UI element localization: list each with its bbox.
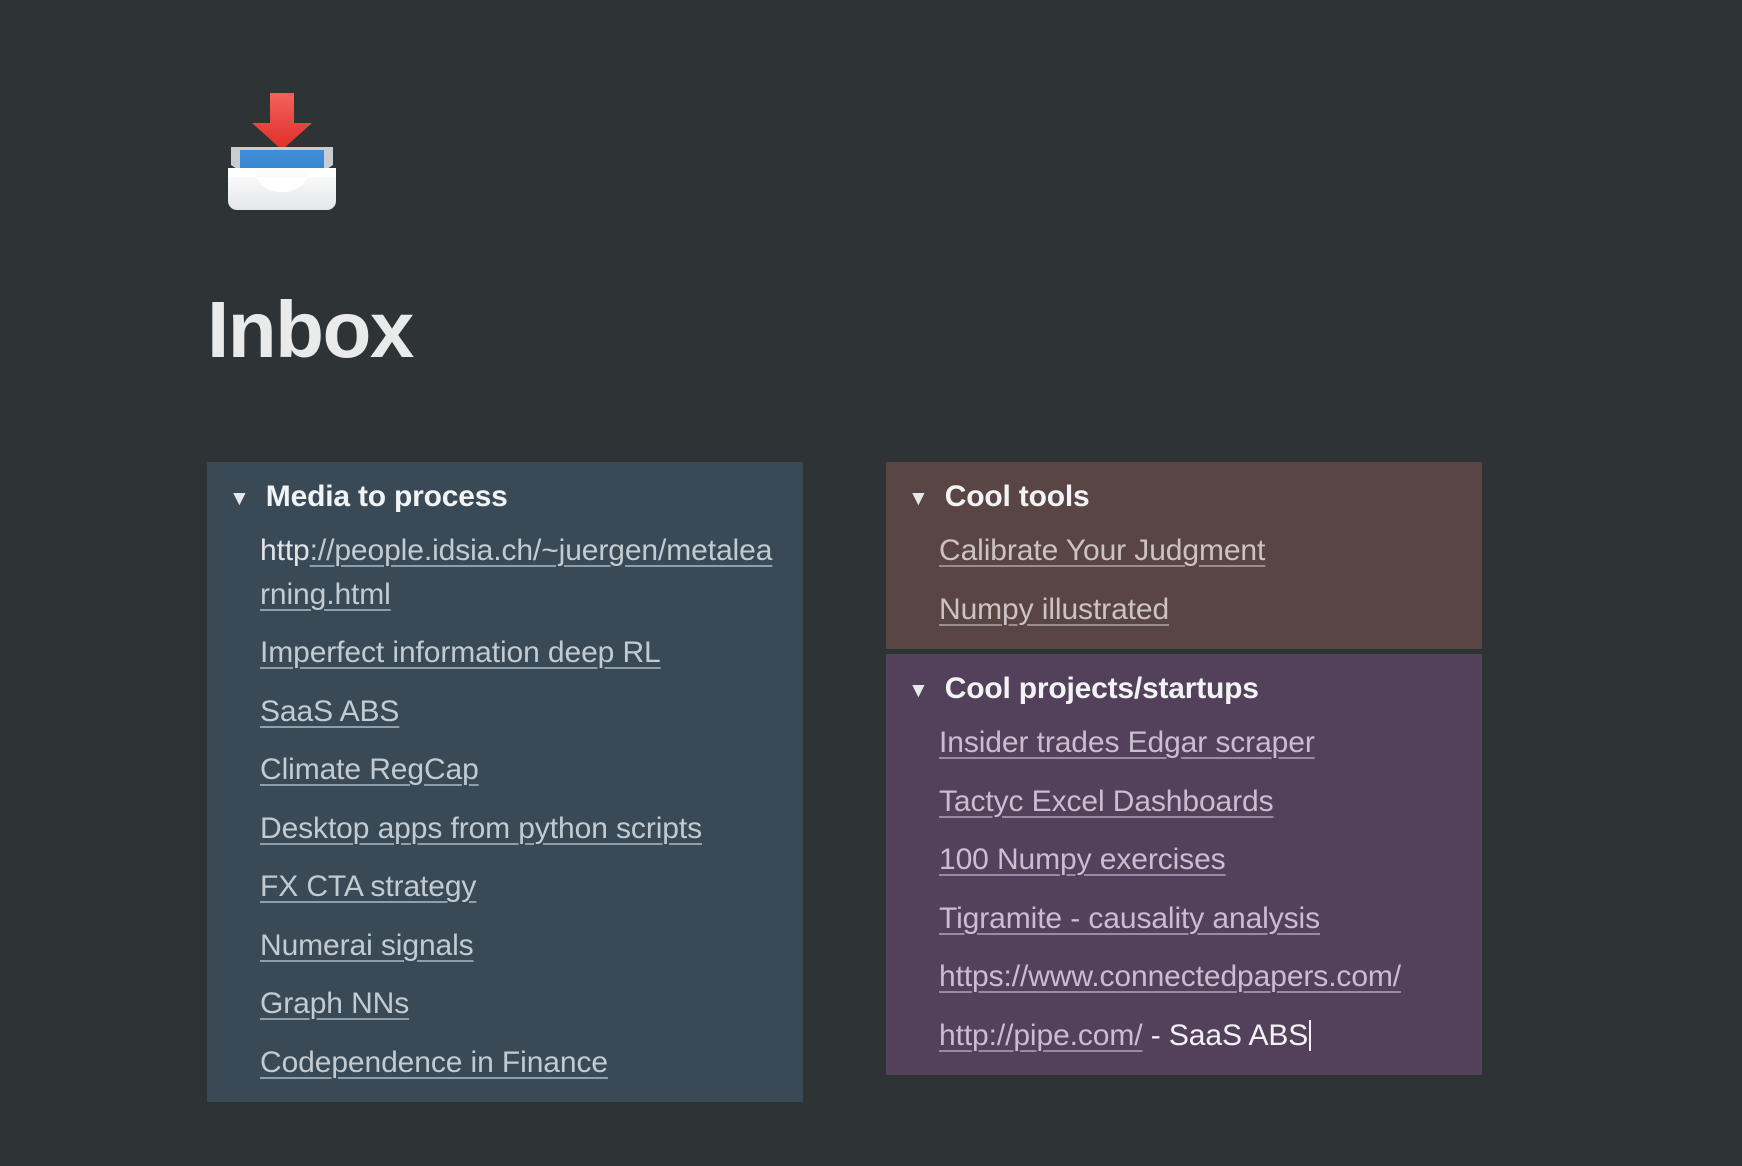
chevron-down-icon[interactable]: ▼ — [908, 680, 929, 701]
page-title: Inbox — [207, 285, 414, 374]
panel-cool-projects-startups: ▼ Cool projects/startups Insider trades Ed… — [886, 654, 1482, 1075]
list-item-link[interactable]: https://www.connectedpapers.com/ — [939, 960, 1401, 993]
panel-cool-tools: ▼ Cool tools Calibrate Your Judgment Numpy … — [886, 462, 1482, 649]
page-header: Inbox — [207, 78, 1607, 370]
panel-columns: ▼ Media to process http://people.idsia.ch/… — [0, 462, 1742, 1166]
panel-items: http://people.idsia.ch/~juergen/metalear… — [207, 529, 803, 1084]
list-item-link[interactable]: Codependence in Finance — [260, 1046, 608, 1079]
inbox-page: Inbox ▼ Media to process http://people.ids… — [0, 0, 1742, 1166]
list-item-link[interactable]: http://pipe.com/ — [939, 1019, 1143, 1052]
panel-items: Insider trades Edgar scraper Tactyc Excel… — [886, 721, 1482, 1057]
text-cursor — [1309, 1019, 1312, 1051]
list-item: http://pipe.com/ - SaaS ABS — [939, 1014, 1460, 1058]
panel-header-media-to-process[interactable]: ▼ Media to process — [207, 480, 803, 513]
list-item: http://people.idsia.ch/~juergen/metalear… — [260, 529, 781, 616]
list-item-link[interactable]: Climate RegCap — [260, 753, 479, 786]
panel-title: Media to process — [265, 480, 508, 513]
list-item-note: - SaaS ABS — [1142, 1018, 1309, 1052]
list-item: 100 Numpy exercises — [939, 838, 1460, 882]
list-item: SaaS ABS — [260, 690, 781, 734]
list-item-link[interactable]: Tactyc Excel Dashboards — [939, 785, 1274, 818]
list-item-link[interactable]: FX CTA strategy — [260, 870, 476, 903]
list-item: Codependence in Finance — [260, 1041, 781, 1085]
list-item: Desktop apps from python scripts — [260, 807, 781, 851]
list-item: Tigramite - causality analysis — [939, 897, 1460, 941]
panel-title: Cool projects/startups — [944, 672, 1259, 705]
right-column: ▼ Cool tools Calibrate Your Judgment Numpy … — [886, 462, 1482, 1075]
list-item: Imperfect information deep RL — [260, 631, 781, 675]
list-item: FX CTA strategy — [260, 865, 781, 909]
list-item: Insider trades Edgar scraper — [939, 721, 1460, 765]
list-item-link[interactable]: SaaS ABS — [260, 695, 399, 728]
list-item-link[interactable]: 100 Numpy exercises — [939, 843, 1226, 876]
panel-header-cool-projects-startups[interactable]: ▼ Cool projects/startups — [886, 672, 1482, 705]
panel-title: Cool tools — [944, 480, 1090, 513]
link-scheme-text: http — [260, 534, 310, 567]
list-item-link[interactable]: Desktop apps from python scripts — [260, 812, 702, 845]
list-item-link[interactable]: Tigramite - causality analysis — [939, 902, 1320, 935]
panel-items: Calibrate Your Judgment Numpy illustrated — [886, 529, 1482, 631]
list-item: https://www.connectedpapers.com/ — [939, 955, 1460, 999]
panel-header-cool-tools[interactable]: ▼ Cool tools — [886, 480, 1482, 513]
chevron-down-icon[interactable]: ▼ — [908, 488, 929, 509]
left-column: ▼ Media to process http://people.idsia.ch/… — [207, 462, 803, 1102]
list-item-link[interactable]: ://people.idsia.ch/~juergen/metalearning… — [260, 534, 772, 611]
list-item-link[interactable]: Numpy illustrated — [939, 593, 1169, 626]
chevron-down-icon[interactable]: ▼ — [229, 488, 250, 509]
list-item-link[interactable]: Graph NNs — [260, 987, 409, 1020]
panel-media-to-process: ▼ Media to process http://people.idsia.ch/… — [207, 462, 803, 1102]
list-item: Numerai signals — [260, 924, 781, 968]
list-item-link[interactable]: Insider trades Edgar scraper — [939, 726, 1315, 759]
inbox-tray-icon — [207, 78, 367, 238]
list-item: Calibrate Your Judgment — [939, 529, 1460, 573]
list-item: Numpy illustrated — [939, 588, 1460, 632]
list-item: Graph NNs — [260, 982, 781, 1026]
list-item-link[interactable]: Imperfect information deep RL — [260, 636, 661, 669]
list-item: Climate RegCap — [260, 748, 781, 792]
list-item: Tactyc Excel Dashboards — [939, 780, 1460, 824]
list-item-link[interactable]: Calibrate Your Judgment — [939, 534, 1265, 567]
list-item-link[interactable]: Numerai signals — [260, 929, 474, 962]
